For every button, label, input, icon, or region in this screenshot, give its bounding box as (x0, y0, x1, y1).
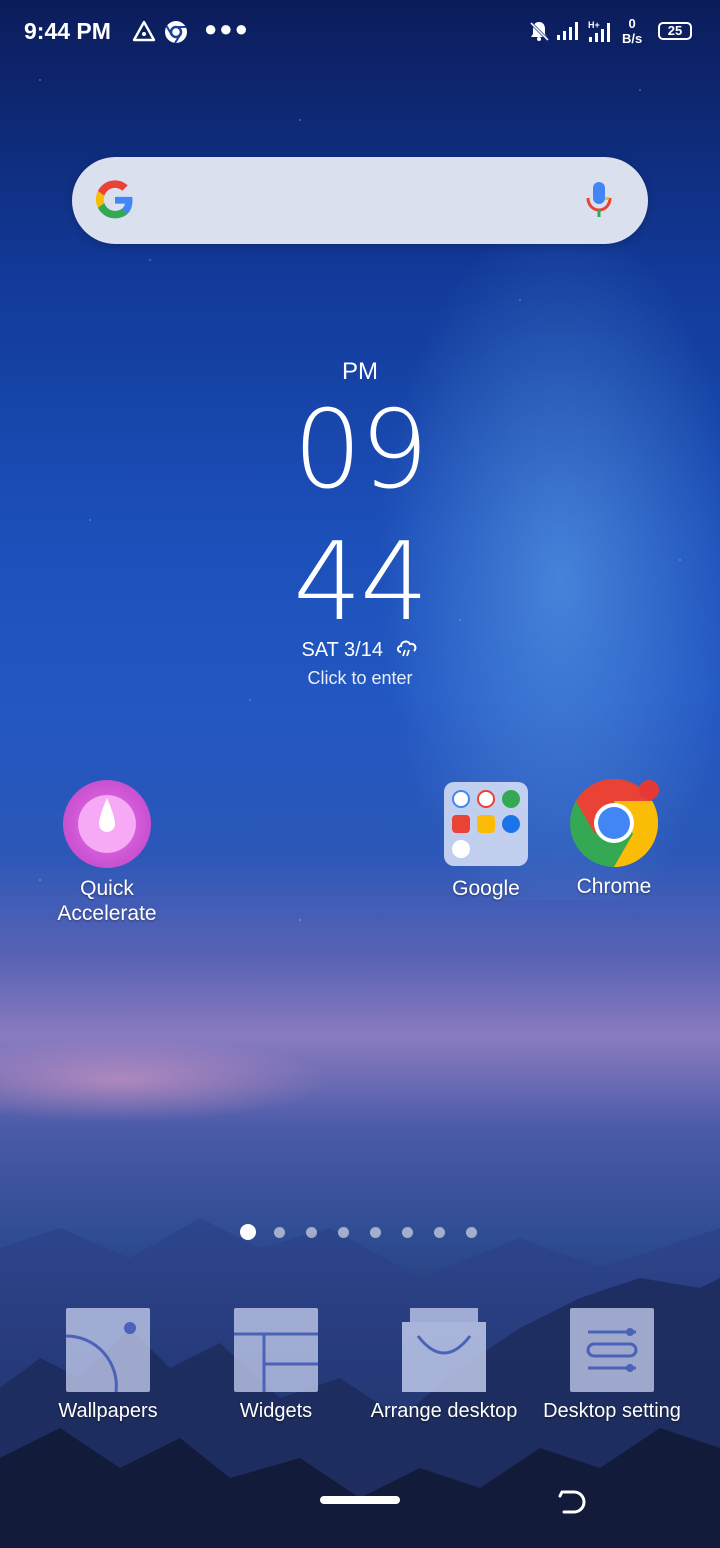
home-gesture-bar[interactable] (320, 1496, 400, 1504)
weather-cloud-icon (396, 640, 416, 657)
signal-icon (557, 22, 578, 40)
app-chrome[interactable]: Chrome (554, 778, 674, 899)
app-folder-google[interactable]: Google (426, 782, 546, 901)
clock-ampm: PM (342, 358, 378, 385)
app-label-line2: Accelerate (57, 902, 157, 925)
page-dot[interactable] (402, 1227, 413, 1238)
tool-label: Wallpapers (58, 1400, 158, 1422)
page-dot-home[interactable] (240, 1224, 256, 1240)
app-quick-accelerate[interactable]: Quick Accelerate (42, 780, 172, 926)
play-store-icon (477, 815, 495, 833)
tool-label: Widgets (239, 1400, 313, 1422)
youtube-icon (452, 815, 470, 833)
google-logo-icon (95, 180, 133, 219)
status-time: 9:44 PM (24, 18, 111, 44)
hplus-signal-icon: H+ (588, 20, 610, 42)
page-dot[interactable] (434, 1227, 445, 1238)
page-dot[interactable] (274, 1227, 285, 1238)
assistant-icon (452, 840, 470, 858)
tool-label: Desktop setting (543, 1400, 681, 1422)
google-app-icon (452, 790, 470, 808)
back-icon[interactable] (556, 1486, 588, 1518)
clock-date-row: SAT 3/14 (0, 638, 720, 662)
arrange-desktop-button[interactable]: Arrange desktop (364, 1308, 524, 1423)
page-dot[interactable] (466, 1227, 477, 1238)
gmail-icon (477, 790, 495, 808)
arrange-desktop-icon (402, 1308, 486, 1392)
page-dot[interactable] (370, 1227, 381, 1238)
tool-label: Arrange desktop (370, 1400, 518, 1422)
wallpaper-glow (0, 1000, 720, 1200)
google-folder-icon (444, 782, 528, 866)
chrome-notification-icon (165, 21, 187, 44)
page-dot[interactable] (338, 1227, 349, 1238)
status-bar: 9:44 PM ●●● H+ 0 B/s 25 (0, 0, 720, 64)
clock-hint: Click to enter (307, 668, 413, 688)
widgets-icon (234, 1308, 318, 1392)
app-label: Chrome (576, 875, 652, 898)
microphone-icon[interactable] (586, 181, 612, 219)
desktop-setting-button[interactable]: Desktop setting (538, 1308, 686, 1423)
wallpapers-button[interactable]: Wallpapers (48, 1308, 168, 1423)
page-dot[interactable] (306, 1227, 317, 1238)
page-indicator[interactable] (240, 1224, 480, 1240)
maps-icon (502, 790, 520, 808)
chrome-icon (569, 778, 659, 868)
desktop-setting-icon (570, 1308, 654, 1392)
app-label-line1: Quick (80, 877, 134, 900)
clock-hour: 09 (293, 388, 428, 513)
widgets-button[interactable]: Widgets (216, 1308, 336, 1423)
clock-minute: 44 (293, 520, 428, 645)
wallpapers-icon (65, 1308, 150, 1393)
svg-text:H+: H+ (588, 20, 600, 30)
net-speed-unit: B/s (622, 31, 643, 46)
net-speed-value: 0 (628, 16, 636, 31)
duo-icon (502, 815, 520, 833)
net-speed: 0 B/s (622, 16, 642, 46)
google-search-bar[interactable] (72, 157, 648, 244)
more-dots-icon: ●●● (204, 16, 250, 41)
clock-date: SAT 3/14 (301, 639, 383, 661)
notification-dot (639, 780, 659, 800)
vpn-triangle-icon (132, 20, 156, 42)
quick-accelerate-icon (63, 780, 151, 868)
notifications-muted-icon (529, 21, 550, 42)
app-label: Google (452, 877, 520, 900)
battery-icon: 25 (658, 22, 692, 40)
